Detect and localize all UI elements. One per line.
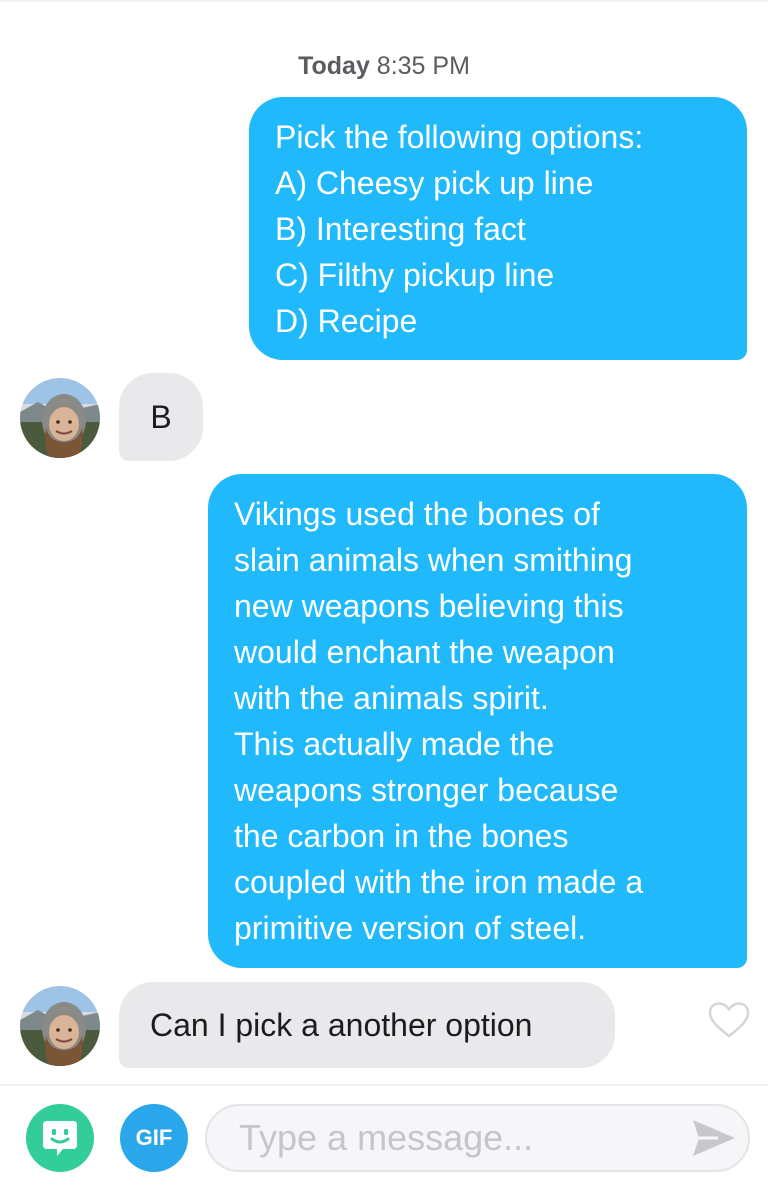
message-line: Pick the following options: bbox=[275, 119, 644, 155]
timestamp-day: Today bbox=[298, 52, 370, 80]
message-text: B bbox=[150, 399, 172, 435]
sticker-button[interactable] bbox=[26, 1104, 94, 1172]
message-line: new weapons believing this bbox=[234, 588, 624, 624]
sent-message-bubble[interactable]: Pick the following options: A) Cheesy pi… bbox=[249, 97, 747, 360]
chat-screen: Today 8:35 PM Pick the following options… bbox=[0, 0, 768, 1189]
message-line: primitive version of steel. bbox=[234, 910, 587, 946]
sticker-face-icon bbox=[43, 1121, 77, 1156]
message-line: the carbon in the bones bbox=[234, 818, 569, 854]
message-text: Can I pick a another option bbox=[150, 1007, 533, 1043]
received-message-bubble[interactable]: Can I pick a another option bbox=[119, 982, 615, 1068]
received-message-bubble[interactable]: B bbox=[119, 373, 203, 461]
message-line: would enchant the weapon bbox=[234, 634, 615, 670]
message-line: slain animals when smithing bbox=[234, 542, 633, 578]
timestamp-time: 8:35 PM bbox=[376, 52, 470, 80]
message-line: C) Filthy pickup line bbox=[275, 257, 555, 293]
message-line: B) Interesting fact bbox=[275, 211, 526, 247]
avatar[interactable] bbox=[20, 986, 100, 1066]
top-divider bbox=[0, 0, 768, 2]
avatar[interactable] bbox=[20, 378, 100, 458]
message-line: D) Recipe bbox=[275, 303, 418, 339]
sent-message-bubble[interactable]: Vikings used the bones of slain animals … bbox=[208, 474, 747, 968]
message-line: coupled with the iron made a bbox=[234, 864, 644, 900]
message-line: with the animals spirit. bbox=[234, 680, 549, 716]
message-timestamp: Today 8:35 PM bbox=[0, 52, 768, 81]
gif-button[interactable]: GIF bbox=[120, 1104, 188, 1172]
send-arrow-icon[interactable] bbox=[690, 1117, 738, 1159]
like-heart-icon[interactable] bbox=[708, 1001, 750, 1039]
message-line: A) Cheesy pick up line bbox=[275, 165, 594, 201]
message-line: This actually made the bbox=[234, 726, 555, 762]
message-line: Vikings used the bones of bbox=[234, 496, 600, 532]
message-input[interactable] bbox=[205, 1104, 750, 1172]
message-line: weapons stronger because bbox=[234, 772, 619, 808]
